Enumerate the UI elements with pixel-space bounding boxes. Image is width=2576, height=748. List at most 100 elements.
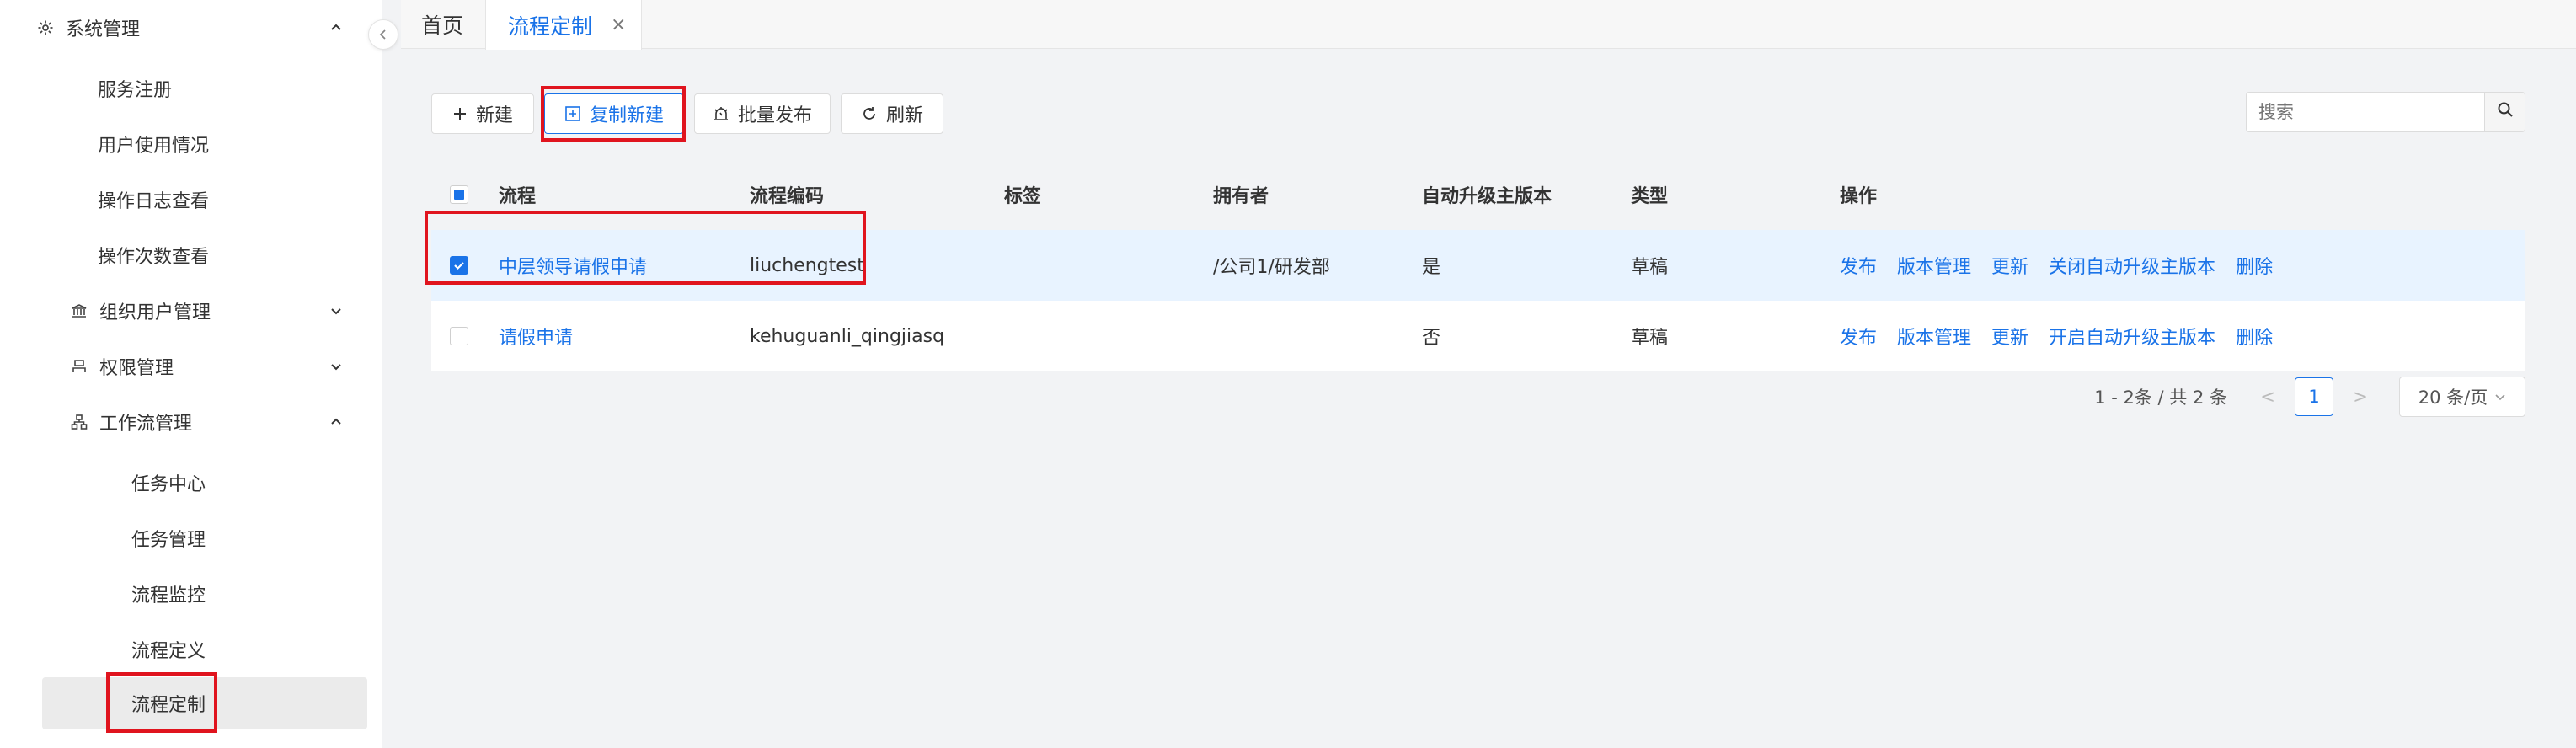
sidebar-item-label: 系统管理 xyxy=(66,19,141,40)
column-header: 流程编码 xyxy=(750,186,825,207)
table-header: 流程 流程编码 标签 拥有者 自动升级主版本 类型 操作 xyxy=(431,159,2525,230)
column-header: 操作 xyxy=(1840,186,1878,207)
toggle-auto-upgrade-link[interactable]: 开启自动升级主版本 xyxy=(2049,323,2215,350)
row-checkbox[interactable] xyxy=(450,327,468,345)
delete-link[interactable]: 删除 xyxy=(2236,252,2273,279)
new-button-label: 新建 xyxy=(475,105,513,126)
select-all-checkbox[interactable] xyxy=(450,185,468,204)
version-management-link[interactable]: 版本管理 xyxy=(1897,252,1971,279)
process-code: kehuguanli_qingjiasq xyxy=(750,325,945,347)
sidebar-item-label: 流程定制 xyxy=(131,695,206,716)
column-header: 类型 xyxy=(1631,186,1669,207)
sidebar-item-system-management[interactable]: 系统管理 xyxy=(0,0,382,56)
tab-label: 首页 xyxy=(421,13,464,38)
process-name-link[interactable]: 中层领导请假申请 xyxy=(499,230,647,301)
next-page-icon[interactable]: > xyxy=(2344,387,2377,407)
sidebar-item-permission-management[interactable]: 权限管理 xyxy=(0,339,382,394)
column-header: 流程 xyxy=(499,186,537,207)
pagination-info: 1 - 2条 / 共 2 条 xyxy=(2094,387,2227,408)
chevron-left-icon xyxy=(377,24,389,45)
version-management-link[interactable]: 版本管理 xyxy=(1897,323,1971,350)
sidebar-item-service-registry[interactable]: 服务注册 xyxy=(0,61,382,116)
main-content: 新建 复制新建 批量发布 刷新 流程 流程编码 标签 拥有者 自动升级主版本 类… xyxy=(401,50,2576,748)
batch-publish-button-label: 批量发布 xyxy=(737,105,812,126)
search-button[interactable] xyxy=(2484,92,2525,132)
tab-label: 流程定制 xyxy=(508,13,593,39)
sidebar-item-operation-log[interactable]: 操作日志查看 xyxy=(0,172,382,227)
sidebar: 系统管理 服务注册 用户使用情况 操作日志查看 操作次数查看 组织用户管理 权限… xyxy=(0,0,382,748)
alarm-icon xyxy=(713,105,730,122)
tab-home[interactable]: 首页 xyxy=(421,0,463,49)
chevron-up-icon xyxy=(327,19,345,37)
row-checkbox[interactable] xyxy=(450,256,468,275)
column-header: 拥有者 xyxy=(1213,186,1269,207)
process-auto-upgrade: 否 xyxy=(1422,328,1441,349)
sidebar-item-label: 流程监控 xyxy=(131,585,206,606)
sidebar-item-workflow-management[interactable]: 工作流管理 xyxy=(0,394,382,450)
prev-page-icon[interactable]: < xyxy=(2251,387,2285,407)
refresh-button[interactable]: 刷新 xyxy=(841,94,943,134)
sidebar-item-org-user-management[interactable]: 组织用户管理 xyxy=(0,283,382,339)
sidebar-item-label: 操作日志查看 xyxy=(98,191,210,212)
new-button[interactable]: 新建 xyxy=(431,94,534,134)
row-actions: 发布 版本管理 更新 关闭自动升级主版本 删除 xyxy=(1840,230,2293,301)
sidebar-item-user-usage[interactable]: 用户使用情况 xyxy=(0,116,382,172)
delete-link[interactable]: 删除 xyxy=(2236,323,2273,350)
refresh-icon xyxy=(861,105,878,122)
sidebar-item-task-management[interactable]: 任务管理 xyxy=(0,510,382,566)
chevron-down-icon xyxy=(327,302,345,320)
process-name-link[interactable]: 请假申请 xyxy=(499,301,573,371)
copy-new-button[interactable]: 复制新建 xyxy=(544,94,684,134)
sidebar-item-label: 任务中心 xyxy=(131,474,206,495)
user-icon xyxy=(69,356,89,377)
page-button[interactable]: 1 xyxy=(2295,377,2333,416)
sidebar-item-operation-count[interactable]: 操作次数查看 xyxy=(0,227,382,283)
page-size-label: 20 条/页 xyxy=(2418,387,2488,408)
column-header: 自动升级主版本 xyxy=(1422,186,1553,207)
sidebar-collapse-button[interactable] xyxy=(368,19,398,50)
update-link[interactable]: 更新 xyxy=(1991,252,2028,279)
sidebar-item-process-monitor[interactable]: 流程监控 xyxy=(0,566,382,622)
sidebar-item-label: 操作次数查看 xyxy=(98,247,210,268)
close-icon[interactable]: × xyxy=(611,14,626,35)
copy-new-button-label: 复制新建 xyxy=(589,105,664,126)
sidebar-item-label: 工作流管理 xyxy=(99,414,193,435)
search-icon xyxy=(2497,101,2514,123)
tab-process-customization[interactable]: 流程定制 × xyxy=(485,0,642,50)
sidebar-item-process-customization[interactable]: 流程定制 xyxy=(42,677,367,729)
plus-icon xyxy=(452,106,468,121)
gear-icon xyxy=(35,18,56,38)
flow-icon xyxy=(69,412,89,432)
sidebar-item-label: 服务注册 xyxy=(98,80,173,101)
row-actions: 发布 版本管理 更新 开启自动升级主版本 删除 xyxy=(1840,301,2293,371)
refresh-button-label: 刷新 xyxy=(885,105,923,126)
batch-publish-button[interactable]: 批量发布 xyxy=(694,94,831,134)
process-owner: /公司1/研发部 xyxy=(1213,257,1330,278)
sidebar-item-label: 流程定义 xyxy=(131,641,206,662)
publish-link[interactable]: 发布 xyxy=(1840,323,1877,350)
sidebar-item-process-definition[interactable]: 流程定义 xyxy=(0,622,382,677)
sidebar-item-label: 权限管理 xyxy=(99,358,174,379)
sidebar-item-label: 任务管理 xyxy=(131,530,206,551)
sidebar-item-task-center[interactable]: 任务中心 xyxy=(0,455,382,510)
sidebar-item-label: 用户使用情况 xyxy=(98,136,210,157)
search-box xyxy=(2246,92,2525,132)
process-table: 流程 流程编码 标签 拥有者 自动升级主版本 类型 操作 中层领导请假申请 li… xyxy=(431,159,2525,371)
toggle-auto-upgrade-link[interactable]: 关闭自动升级主版本 xyxy=(2049,252,2215,279)
table-row[interactable]: 中层领导请假申请 liuchengtest /公司1/研发部 是 草稿 发布 版… xyxy=(431,230,2525,301)
process-type: 草稿 xyxy=(1631,257,1669,278)
page-size-select[interactable]: 20 条/页 xyxy=(2399,377,2525,417)
publish-link[interactable]: 发布 xyxy=(1840,252,1877,279)
table-row[interactable]: 请假申请 kehuguanli_qingjiasq 否 草稿 发布 版本管理 更… xyxy=(431,301,2525,371)
chevron-down-icon xyxy=(2494,391,2506,403)
tab-bar: 首页 流程定制 × xyxy=(401,0,2576,50)
update-link[interactable]: 更新 xyxy=(1991,323,2028,350)
sidebar-item-label: 组织用户管理 xyxy=(99,302,211,323)
search-input[interactable] xyxy=(2246,92,2484,132)
column-header: 标签 xyxy=(1004,186,1042,207)
chevron-down-icon xyxy=(327,357,345,376)
process-auto-upgrade: 是 xyxy=(1422,257,1441,278)
copy-plus-icon xyxy=(564,105,581,122)
process-code: liuchengtest xyxy=(750,254,864,276)
bank-icon xyxy=(69,301,89,321)
